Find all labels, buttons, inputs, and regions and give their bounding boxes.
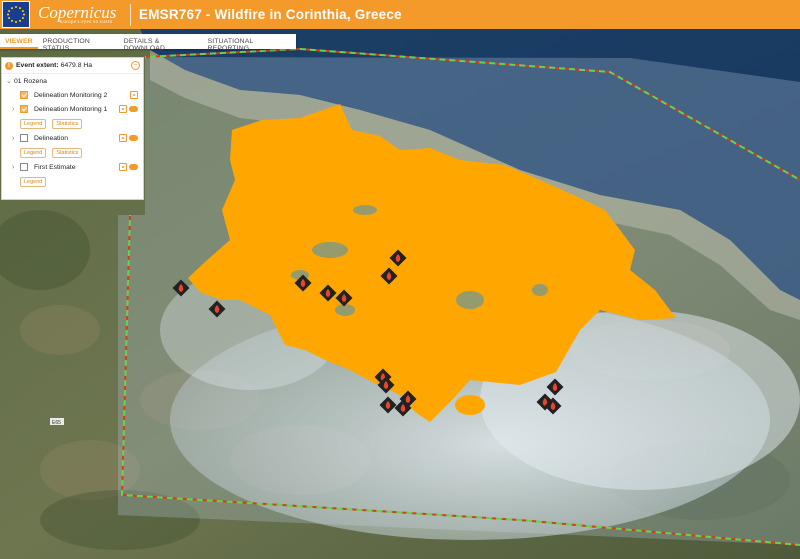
layer-checkbox[interactable]: [20, 163, 28, 171]
logo-subtext: Europe's eyes on Earth: [60, 20, 113, 25]
layer-actions: Legend Statistics: [2, 145, 143, 160]
aoi-group-label: 01 Rozena: [14, 77, 47, 85]
legend-button[interactable]: Legend: [20, 118, 47, 129]
tab-details-download[interactable]: Details & Download: [119, 34, 203, 52]
layer-delineation-monitoring-2[interactable]: Delineation Monitoring 2: [2, 88, 143, 102]
layer-first-estimate[interactable]: › First Estimate: [2, 160, 143, 174]
layer-checkbox[interactable]: [20, 105, 28, 113]
chevron-right-icon[interactable]: ›: [12, 164, 20, 171]
layer-panel: ! Event extent: 6479.8 Ha − ⌄ 01 Rozena …: [1, 57, 144, 200]
collapse-panel-icon[interactable]: −: [131, 61, 140, 70]
zoom-to-layer-icon[interactable]: [119, 134, 127, 142]
layer-actions: Legend: [2, 174, 143, 189]
copernicus-logo[interactable]: Copernicus Europe's eyes on Earth: [38, 1, 126, 28]
zoom-to-layer-icon[interactable]: [119, 105, 127, 113]
zoom-to-layer-icon[interactable]: [130, 91, 138, 99]
info-icon: !: [5, 61, 13, 70]
layer-actions: Legend Statistics: [2, 116, 143, 131]
download-cloud-icon[interactable]: [129, 135, 138, 141]
tab-situational-reporting[interactable]: Situational Reporting: [203, 34, 296, 52]
event-extent: ! Event extent: 6479.8 Ha: [2, 58, 143, 74]
layer-delineation-monitoring-1[interactable]: › Delineation Monitoring 1: [2, 102, 143, 116]
tab-bar: Viewer Production Status Details & Downl…: [0, 34, 296, 52]
layer-delineation[interactable]: › Delineation: [2, 131, 143, 145]
tab-production-status[interactable]: Production Status: [38, 34, 119, 52]
statistics-button[interactable]: Statistics: [52, 147, 83, 158]
layer-checkbox[interactable]: [20, 91, 28, 99]
road-label: E65: [52, 420, 61, 426]
download-cloud-icon[interactable]: [129, 106, 138, 112]
extent-value: 6479.8 Ha: [60, 62, 93, 69]
layer-label: Delineation Monitoring 2: [34, 91, 108, 99]
chevron-right-icon[interactable]: ›: [12, 135, 20, 142]
app-header: Copernicus Europe's eyes on Earth EMSR76…: [0, 0, 800, 29]
chevron-right-icon[interactable]: ›: [12, 106, 20, 113]
page-title: EMSR767 - Wildfire in Corinthia, Greece: [139, 7, 402, 22]
legend-button[interactable]: Legend: [20, 147, 47, 158]
header-divider: [130, 3, 131, 26]
tab-viewer[interactable]: Viewer: [0, 34, 38, 49]
download-cloud-icon[interactable]: [129, 164, 138, 170]
zoom-to-layer-icon[interactable]: [119, 163, 127, 171]
aoi-group[interactable]: ⌄ 01 Rozena: [2, 74, 143, 88]
eu-flag-icon: [2, 1, 30, 28]
legend-button[interactable]: Legend: [20, 176, 47, 187]
statistics-button[interactable]: Statistics: [52, 118, 83, 129]
chevron-down-icon[interactable]: ⌄: [6, 77, 14, 85]
extent-label: Event extent:: [16, 62, 59, 69]
layer-checkbox[interactable]: [20, 134, 28, 142]
